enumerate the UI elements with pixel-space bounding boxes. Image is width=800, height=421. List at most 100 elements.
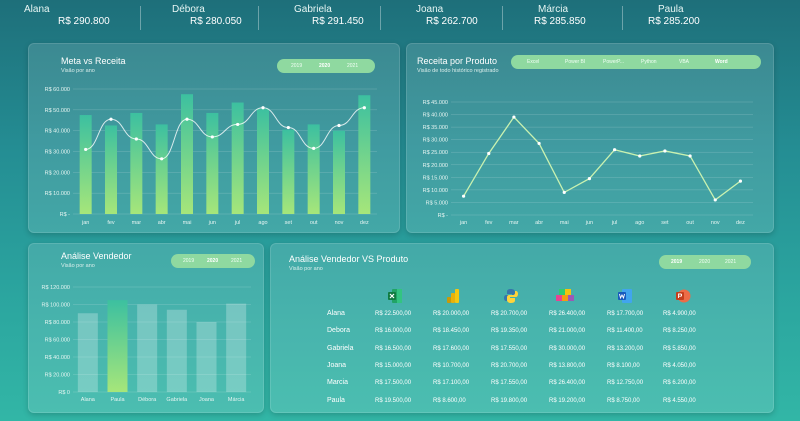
- year-option-2021[interactable]: 2021: [725, 259, 736, 265]
- table-cell: R$ 8.250,00: [663, 328, 696, 334]
- row-label: Joana: [327, 362, 347, 369]
- table-cell: R$ 20.000,00: [433, 311, 470, 317]
- year-option-2019[interactable]: 2019: [671, 259, 682, 265]
- bar: [137, 304, 158, 392]
- table-cell: R$ 19.800,00: [491, 398, 528, 404]
- bar: [196, 322, 217, 392]
- year-selector: 2019 2020 2021: [659, 255, 751, 269]
- x-tick-label: Paula: [110, 397, 125, 403]
- table-cell: R$ 17.600,00: [433, 346, 470, 352]
- kpi-alana: Alana R$ 290.800: [24, 2, 134, 34]
- y-tick-label: R$ 30.000: [423, 138, 448, 144]
- meta-vs-receita-chart: R$ - R$ 10.000 R$ 20.000 R$ 30.000 R$ 40.000…: [45, 87, 377, 226]
- x-tick-label: nov: [711, 220, 720, 226]
- kpi-divider: [380, 6, 381, 30]
- x-tick-label: jan: [459, 220, 467, 226]
- table-cell: R$ 26.400,00: [549, 311, 586, 317]
- y-tick-label: R$ 35.000: [423, 125, 448, 131]
- point: [261, 106, 265, 110]
- kpi-value: R$ 262.700: [426, 16, 478, 27]
- bar: [282, 129, 295, 214]
- x-tick-label: out: [310, 220, 318, 226]
- kpi-name: Débora: [172, 4, 205, 15]
- row-label: Alana: [327, 310, 345, 317]
- bar: [107, 300, 128, 392]
- bar: [358, 95, 371, 214]
- y-tick-label: R$ 20.000: [45, 373, 70, 379]
- year-option-2020[interactable]: 2020: [699, 259, 710, 265]
- point: [738, 179, 743, 183]
- x-tick-label: set: [661, 220, 669, 226]
- x-tick-label: abr: [535, 220, 543, 226]
- y-tick-label: R$ 40.000: [45, 355, 70, 361]
- y-tick-label: R$ 15.000: [423, 175, 448, 181]
- row-label: Marcia: [327, 379, 349, 386]
- x-tick-label: Joana: [199, 397, 215, 403]
- row-label: Debora: [327, 327, 350, 334]
- x-tick-label: Alana: [81, 397, 96, 403]
- receita-por-produto-panel: Receita por Produto Visão de todo histór…: [406, 43, 774, 233]
- kpi-value: R$ 280.050: [190, 16, 242, 27]
- meta-vs-receita-panel: Meta vs Receita Visão por ano 2019 2020 …: [28, 43, 400, 233]
- y-tick-label: R$ 45.000: [423, 100, 448, 106]
- bar: [77, 313, 98, 392]
- kpi-name: Alana: [24, 4, 50, 15]
- table-cell: R$ 19.350,00: [491, 328, 528, 334]
- powerpivot-icon: [556, 289, 574, 301]
- table-cell: R$ 19.500,00: [375, 398, 412, 404]
- table-cell: R$ 4.550,00: [663, 398, 696, 404]
- point: [185, 117, 189, 121]
- x-tick-label: ago: [635, 220, 644, 226]
- y-tick-label: R$ 10.000: [423, 188, 448, 194]
- x-tick-label: Márcia: [228, 397, 245, 403]
- point: [362, 106, 366, 110]
- point: [84, 147, 88, 152]
- kpi-paula: Paula R$ 285.200: [648, 2, 748, 34]
- y-tick-label: R$ 25.000: [423, 150, 448, 156]
- table-cell: R$ 20.700,00: [491, 311, 528, 317]
- point: [562, 190, 566, 194]
- y-tick-label: R$ -: [60, 212, 71, 218]
- point: [587, 176, 592, 181]
- bar: [206, 112, 219, 214]
- kpi-name: Paula: [658, 4, 684, 15]
- table-cell: R$ 22.500,00: [375, 311, 412, 317]
- bar: [79, 115, 92, 214]
- table-cell: R$ 12.750,00: [607, 380, 644, 386]
- y-tick-label: R$ 40.000: [423, 113, 448, 119]
- point: [337, 123, 341, 128]
- x-tick-label: abr: [158, 220, 166, 226]
- y-tick-label: R$ 20.000: [45, 170, 70, 176]
- point: [612, 148, 617, 152]
- table-cell: R$ 21.000,00: [549, 328, 586, 334]
- kpi-value: R$ 290.800: [58, 16, 110, 27]
- bar: [130, 112, 143, 214]
- point: [487, 151, 491, 156]
- kpi-gabriela: Gabriela R$ 291.450: [294, 2, 384, 34]
- x-tick-label: dez: [736, 220, 745, 226]
- x-tick-label: mai: [560, 220, 569, 226]
- x-tick-label: nov: [335, 220, 344, 226]
- table-cell: R$ 8.600,00: [433, 398, 466, 404]
- x-tick-label: jul: [611, 220, 618, 226]
- y-tick-label: R$ 20.000: [423, 163, 448, 169]
- x-tick-label: jul: [234, 220, 241, 226]
- x-tick-label: ago: [258, 220, 267, 226]
- bar: [226, 303, 247, 392]
- table-cell: R$ 16.000,00: [375, 328, 412, 334]
- table-cell: R$ 18.450,00: [433, 328, 470, 334]
- y-tick-label: R$ 60.000: [45, 338, 70, 344]
- series-line: [463, 116, 741, 201]
- kpi-value: R$ 291.450: [312, 16, 364, 27]
- table-cell: R$ 6.200,00: [663, 380, 696, 386]
- x-tick-label: out: [686, 220, 694, 226]
- table-cell: R$ 4.900,00: [663, 311, 696, 317]
- x-tick-label: dez: [360, 220, 369, 226]
- table-cell: R$ 13.200,00: [607, 346, 644, 352]
- point: [688, 154, 692, 158]
- bar: [307, 124, 320, 214]
- point: [236, 122, 240, 127]
- row-label: Gabriela: [327, 345, 354, 352]
- table-cell: R$ 17.550,00: [491, 346, 528, 352]
- point: [160, 157, 164, 161]
